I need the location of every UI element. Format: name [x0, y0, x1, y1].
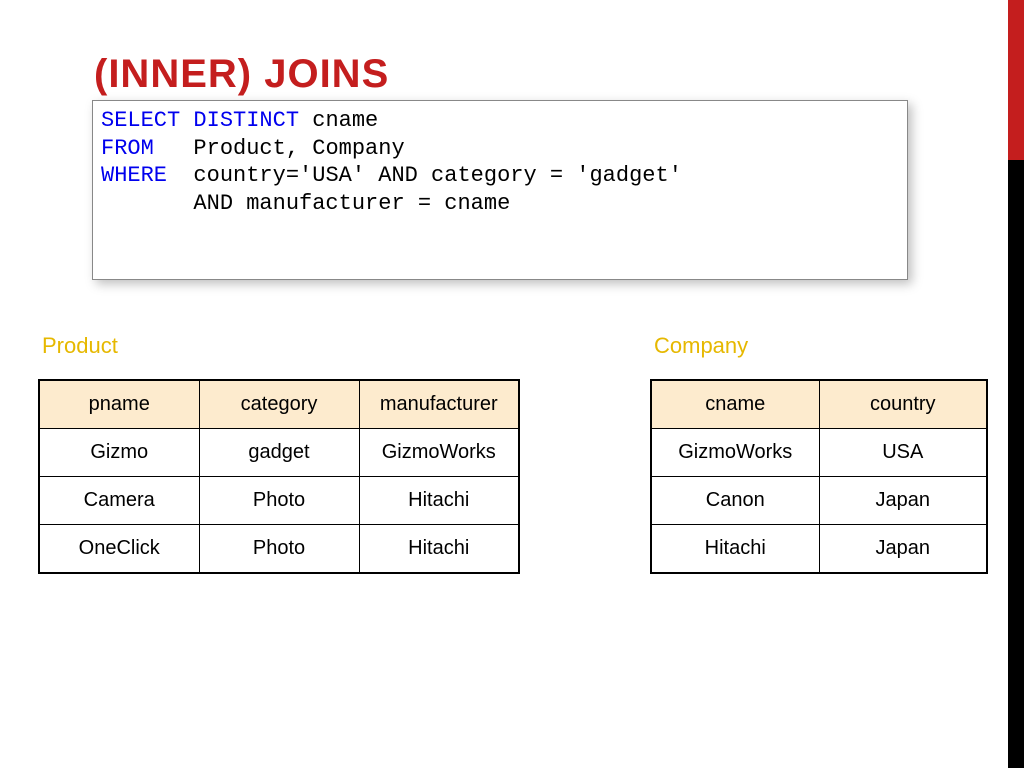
- kw-where: WHERE: [101, 163, 167, 188]
- product-table: pname category manufacturer Gizmo gadget…: [38, 379, 520, 574]
- product-header: pname: [39, 380, 199, 429]
- product-label: Product: [42, 333, 520, 359]
- accent-bar-black: [1008, 160, 1024, 768]
- table-row: Gizmo gadget GizmoWorks: [39, 429, 519, 477]
- table-row: Camera Photo Hitachi: [39, 477, 519, 525]
- cell: GizmoWorks: [651, 429, 819, 477]
- sql-code-box: SELECT DISTINCT cname FROM Product, Comp…: [92, 100, 908, 280]
- company-table-block: Company cname country GizmoWorks USA Can…: [650, 333, 988, 574]
- cell: OneClick: [39, 525, 199, 574]
- sql-where-cont: AND manufacturer = cname: [101, 191, 510, 216]
- company-header: country: [819, 380, 987, 429]
- cell: Photo: [199, 477, 359, 525]
- table-row: Hitachi Japan: [651, 525, 987, 574]
- table-row: Canon Japan: [651, 477, 987, 525]
- cell: Hitachi: [359, 477, 519, 525]
- company-label: Company: [654, 333, 988, 359]
- kw-distinct: DISTINCT: [193, 108, 299, 133]
- sql-select-cols: cname: [299, 108, 378, 133]
- table-row: GizmoWorks USA: [651, 429, 987, 477]
- cell: Canon: [651, 477, 819, 525]
- product-header: category: [199, 380, 359, 429]
- product-table-block: Product pname category manufacturer Gizm…: [38, 333, 520, 574]
- accent-bar-red: [1008, 0, 1024, 160]
- table-row: OneClick Photo Hitachi: [39, 525, 519, 574]
- cell: USA: [819, 429, 987, 477]
- product-header: manufacturer: [359, 380, 519, 429]
- sql-where-clause: country='USA' AND category = 'gadget': [167, 163, 682, 188]
- cell: gadget: [199, 429, 359, 477]
- kw-select: SELECT: [101, 108, 180, 133]
- company-header: cname: [651, 380, 819, 429]
- company-table: cname country GizmoWorks USA Canon Japan…: [650, 379, 988, 574]
- cell: Camera: [39, 477, 199, 525]
- cell: Hitachi: [359, 525, 519, 574]
- sql-from-tables: Product, Company: [154, 136, 405, 161]
- cell: Japan: [819, 525, 987, 574]
- slide-title: (INNER) JOINS: [94, 52, 389, 97]
- cell: GizmoWorks: [359, 429, 519, 477]
- cell: Photo: [199, 525, 359, 574]
- cell: Japan: [819, 477, 987, 525]
- kw-from: FROM: [101, 136, 154, 161]
- cell: Gizmo: [39, 429, 199, 477]
- cell: Hitachi: [651, 525, 819, 574]
